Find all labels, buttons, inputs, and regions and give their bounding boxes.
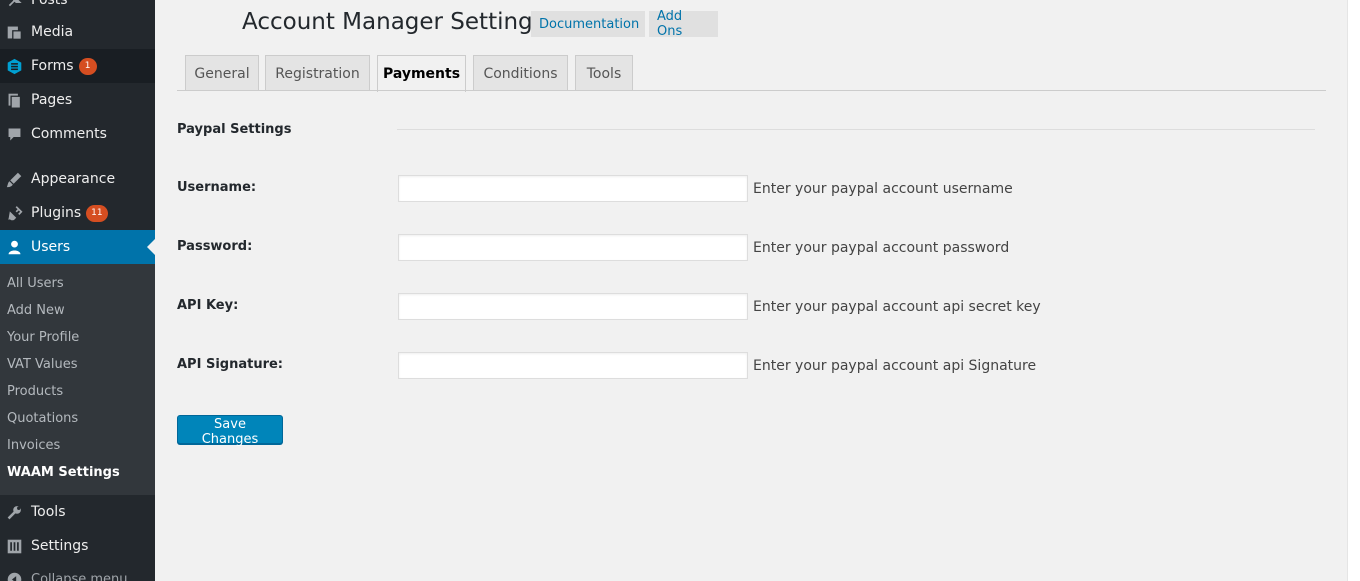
tab-registration[interactable]: Registration	[265, 55, 370, 91]
plugins-count-badge: 11	[86, 204, 108, 222]
media-icon	[5, 23, 23, 41]
tools-icon	[5, 503, 23, 521]
password-label: Password:	[177, 239, 253, 254]
save-changes-button[interactable]: Save Changes	[177, 415, 283, 447]
menu-item-forms[interactable]: Forms 1	[0, 49, 155, 83]
tab-tools[interactable]: Tools	[575, 55, 633, 91]
documentation-button[interactable]: Documentation	[531, 11, 645, 37]
menu-item-users[interactable]: Users	[0, 230, 155, 264]
password-description: Enter your paypal account password	[753, 240, 1010, 256]
submenu-vat-values[interactable]: VAT Values	[7, 357, 78, 372]
pin-icon	[5, 0, 23, 9]
plugins-icon	[5, 204, 23, 222]
menu-item-plugins[interactable]: Plugins 11	[0, 196, 155, 230]
api-key-input[interactable]	[398, 293, 748, 320]
menu-item-appearance[interactable]: Appearance	[0, 162, 155, 196]
api-signature-input[interactable]	[398, 352, 748, 379]
api-key-description: Enter your paypal account api secret key	[753, 299, 1041, 315]
api-signature-description: Enter your paypal account api Signature	[753, 358, 1037, 374]
pages-icon	[5, 91, 23, 109]
menu-item-settings[interactable]: Settings	[0, 529, 155, 563]
users-icon	[5, 238, 23, 256]
password-input[interactable]	[398, 234, 748, 261]
submenu-add-new[interactable]: Add New	[7, 303, 65, 318]
submenu-invoices[interactable]: Invoices	[7, 438, 60, 453]
addons-button[interactable]: Add Ons	[649, 9, 718, 39]
collapse-menu-button[interactable]: Collapse menu	[0, 562, 155, 581]
comments-icon	[5, 125, 23, 143]
page-scrollbar[interactable]	[1347, 0, 1360, 581]
page-title: Account Manager Settings	[242, 9, 545, 35]
forms-icon	[5, 57, 23, 75]
section-divider	[397, 129, 1315, 130]
username-description: Enter your paypal account username	[753, 181, 1013, 197]
menu-item-tools[interactable]: Tools	[0, 495, 155, 529]
tab-divider	[177, 90, 1326, 91]
submenu-all-users[interactable]: All Users	[7, 276, 64, 291]
section-title: Paypal Settings	[177, 122, 292, 137]
username-label: Username:	[177, 180, 257, 195]
submenu-waam-settings[interactable]: WAAM Settings	[7, 465, 120, 480]
api-signature-label: API Signature:	[177, 357, 283, 372]
appearance-icon	[5, 170, 23, 188]
tab-conditions[interactable]: Conditions	[473, 55, 568, 91]
menu-item-comments[interactable]: Comments	[0, 117, 155, 151]
submenu-quotations[interactable]: Quotations	[7, 411, 78, 426]
submenu-products[interactable]: Products	[7, 384, 63, 399]
tab-general[interactable]: General	[185, 55, 259, 91]
forms-count-badge: 1	[78, 57, 97, 75]
submenu-your-profile[interactable]: Your Profile	[7, 330, 79, 345]
menu-item-media[interactable]: Media	[0, 15, 155, 49]
settings-icon	[5, 537, 23, 555]
username-input[interactable]	[398, 175, 748, 202]
tab-payments[interactable]: Payments	[377, 55, 466, 92]
users-submenu: All Users Add New Your Profile VAT Value…	[0, 264, 155, 495]
admin-sidebar: Posts Media Forms 1 Pages Comments Appea…	[0, 0, 155, 581]
api-key-label: API Key:	[177, 298, 239, 313]
menu-item-pages[interactable]: Pages	[0, 83, 155, 117]
collapse-icon	[5, 570, 23, 581]
